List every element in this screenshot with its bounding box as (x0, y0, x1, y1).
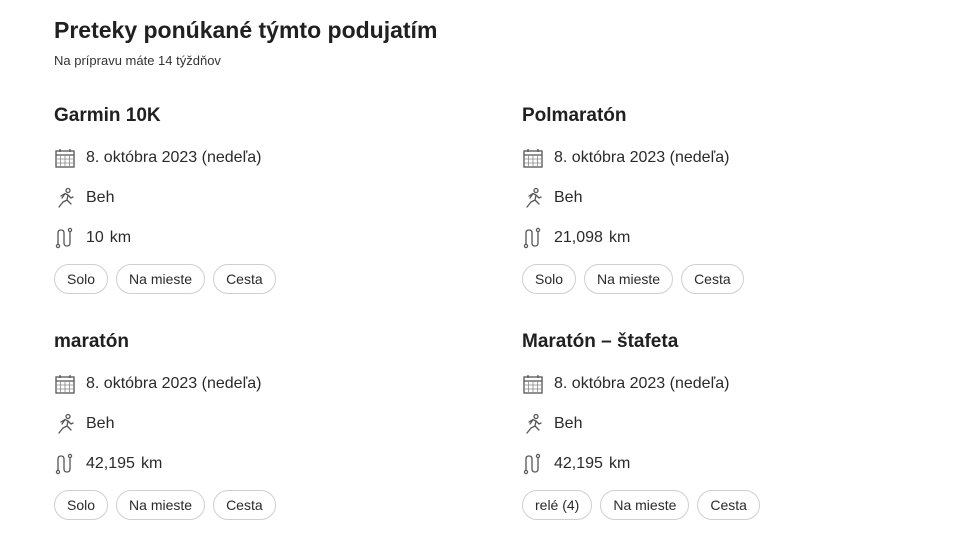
route-icon (54, 227, 76, 249)
race-tags: Solo Na mieste Cesta (54, 490, 454, 520)
race-tags: relé (4) Na mieste Cesta (522, 490, 922, 520)
calendar-icon (522, 373, 544, 395)
tag-chip[interactable]: Solo (522, 264, 577, 294)
race-date-row: 8. októbra 2023 (nedeľa) (522, 146, 922, 170)
race-sport: Beh (86, 415, 115, 432)
calendar-icon (54, 373, 76, 395)
race-distance: 10 (86, 229, 104, 246)
race-distance: 21,098 (554, 229, 603, 246)
distance-unit: km (608, 455, 631, 472)
tag-chip[interactable]: Na mieste (584, 264, 674, 294)
race-sport: Beh (554, 189, 583, 206)
tag-chip[interactable]: relé (4) (522, 490, 593, 520)
race-sport-row: Beh (522, 412, 922, 436)
race-title: Garmin 10K (54, 105, 161, 126)
race-section: Preteky ponúkané týmto podujatím Na príp… (54, 14, 934, 520)
tag-chip[interactable]: Na mieste (600, 490, 690, 520)
race-date-row: 8. októbra 2023 (nedeľa) (54, 146, 454, 170)
race-card: maratón 8. októbra 2023 (nedeľa) Beh 42,… (54, 330, 454, 520)
race-date: 8. októbra 2023 (nedeľa) (86, 375, 262, 392)
race-date: 8. októbra 2023 (nedeľa) (554, 149, 730, 166)
race-distance-row: 21,098 km (522, 226, 922, 250)
tag-chip[interactable]: Solo (54, 264, 109, 294)
race-distance: 42,195 (554, 455, 603, 472)
runner-icon (54, 187, 76, 209)
race-distance-row: 42,195 km (522, 452, 922, 476)
route-icon (522, 453, 544, 475)
race-date-row: 8. októbra 2023 (nedeľa) (522, 372, 922, 396)
race-sport-row: Beh (522, 186, 922, 210)
tag-chip[interactable]: Cesta (213, 490, 276, 520)
race-sport: Beh (554, 415, 583, 432)
race-title: Maratón – štafeta (522, 331, 679, 352)
race-sport: Beh (86, 189, 115, 206)
race-distance-row: 10 km (54, 226, 454, 250)
calendar-icon (522, 147, 544, 169)
race-card: Garmin 10K 8. októbra 2023 (nedeľa) Beh … (54, 104, 454, 294)
tag-chip[interactable]: Cesta (681, 264, 744, 294)
race-title: Polmaratón (522, 105, 627, 126)
calendar-icon (54, 147, 76, 169)
tag-chip[interactable]: Na mieste (116, 264, 206, 294)
race-tags: Solo Na mieste Cesta (54, 264, 454, 294)
race-distance: 42,195 (86, 455, 135, 472)
route-icon (522, 227, 544, 249)
race-sport-row: Beh (54, 412, 454, 436)
preparation-note: Na prípravu máte 14 týždňov (54, 53, 221, 68)
distance-unit: km (109, 229, 132, 246)
runner-icon (522, 187, 544, 209)
distance-unit: km (608, 229, 631, 246)
race-date: 8. októbra 2023 (nedeľa) (554, 375, 730, 392)
race-date: 8. októbra 2023 (nedeľa) (86, 149, 262, 166)
race-tags: Solo Na mieste Cesta (522, 264, 922, 294)
race-card: Polmaratón 8. októbra 2023 (nedeľa) Beh … (522, 104, 922, 294)
race-distance-row: 42,195 km (54, 452, 454, 476)
route-icon (54, 453, 76, 475)
runner-icon (54, 413, 76, 435)
tag-chip[interactable]: Na mieste (116, 490, 206, 520)
race-sport-row: Beh (54, 186, 454, 210)
race-title: maratón (54, 331, 129, 352)
tag-chip[interactable]: Cesta (697, 490, 760, 520)
distance-unit: km (140, 455, 163, 472)
tag-chip[interactable]: Solo (54, 490, 109, 520)
page-title: Preteky ponúkané týmto podujatím (54, 17, 438, 43)
race-card: Maratón – štafeta 8. októbra 2023 (nedeľ… (522, 330, 922, 520)
race-date-row: 8. októbra 2023 (nedeľa) (54, 372, 454, 396)
runner-icon (522, 413, 544, 435)
tag-chip[interactable]: Cesta (213, 264, 276, 294)
